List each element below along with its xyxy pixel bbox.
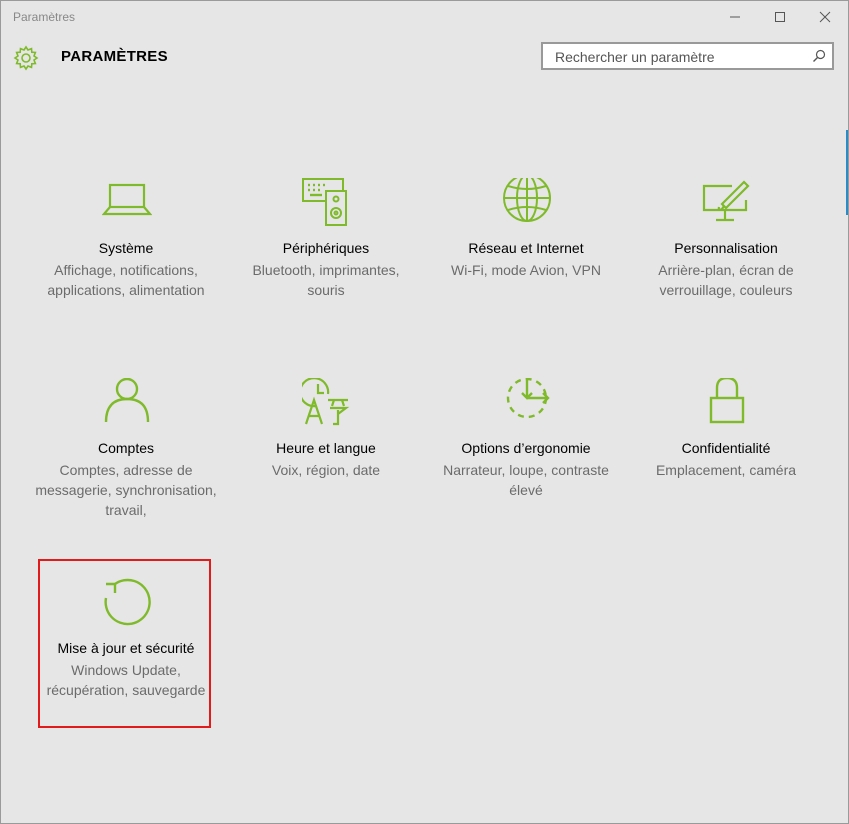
tile-description: Voix, région, date <box>271 462 381 478</box>
personalization-icon <box>702 180 750 222</box>
close-icon <box>819 11 831 23</box>
minimize-button[interactable] <box>712 1 758 33</box>
title-bar[interactable]: Paramètres <box>1 1 848 33</box>
tile-ergonomie[interactable]: Options d’ergonomie Narrateur, loupe, co… <box>426 378 626 548</box>
window-edge-accent <box>846 130 848 215</box>
tile-description: Emplacement, caméra <box>655 462 797 478</box>
person-icon <box>104 378 150 423</box>
tile-heure-langue[interactable]: Heure et langue Voix, région, date <box>226 378 426 548</box>
tile-confidentialite[interactable]: Confidentialité Emplacement, caméra <box>626 378 826 548</box>
tile-systeme[interactable]: Système Affichage, notifications, applic… <box>26 178 226 348</box>
tile-description: Arrière-plan, écran de verrouillage, cou… <box>658 262 794 298</box>
settings-window: Paramètres PARAMÈTRES Sy <box>0 0 849 824</box>
ease-of-access-icon <box>506 378 550 419</box>
tile-name: Options d’ergonomie <box>461 440 591 456</box>
maximize-icon <box>775 12 785 22</box>
lock-icon <box>709 378 745 424</box>
maximize-button[interactable] <box>757 1 803 33</box>
tile-name: Périphériques <box>282 240 370 256</box>
tile-peripheriques[interactable]: Périphériques Bluetooth, imprimantes, so… <box>226 178 426 348</box>
tile-description: Narrateur, loupe, contraste élevé <box>443 462 609 498</box>
window-title: Paramètres <box>13 10 76 24</box>
tile-name: Réseau et Internet <box>468 240 584 256</box>
tile-description: Comptes, adresse de messagerie, synchron… <box>35 462 217 518</box>
tile-name: Personnalisation <box>674 240 778 256</box>
search-input[interactable] <box>553 47 807 67</box>
gear-icon <box>13 45 39 71</box>
tile-name: Mise à jour et sécurité <box>57 640 195 656</box>
tile-name: Heure et langue <box>276 440 376 456</box>
time-language-icon <box>302 378 350 426</box>
tile-description: Windows Update, récupération, sauvegarde <box>46 662 206 698</box>
tile-personnalisation[interactable]: Personnalisation Arrière-plan, écran de … <box>626 178 826 348</box>
close-button[interactable] <box>802 1 848 33</box>
search-box[interactable] <box>541 42 834 70</box>
laptop-icon <box>102 183 152 216</box>
minimize-icon <box>730 16 740 18</box>
search-icon[interactable] <box>812 49 826 63</box>
tile-description: Affichage, notifications, applications, … <box>47 262 205 298</box>
tile-description: Bluetooth, imprimantes, souris <box>252 262 400 298</box>
globe-icon <box>503 178 551 222</box>
tile-reseau[interactable]: Réseau et Internet Wi-Fi, mode Avion, VP… <box>426 178 626 348</box>
tile-name: Système <box>98 240 154 256</box>
devices-icon <box>302 178 347 226</box>
page-title: PARAMÈTRES <box>61 48 168 65</box>
tile-comptes[interactable]: Comptes Comptes, adresse de messagerie, … <box>26 378 226 548</box>
tile-name: Confidentialité <box>681 440 771 456</box>
tile-mise-a-jour[interactable]: Mise à jour et sécurité Windows Update, … <box>26 578 226 748</box>
tile-name: Comptes <box>97 440 155 456</box>
tile-description: Wi-Fi, mode Avion, VPN <box>451 262 601 278</box>
update-icon <box>104 578 151 626</box>
